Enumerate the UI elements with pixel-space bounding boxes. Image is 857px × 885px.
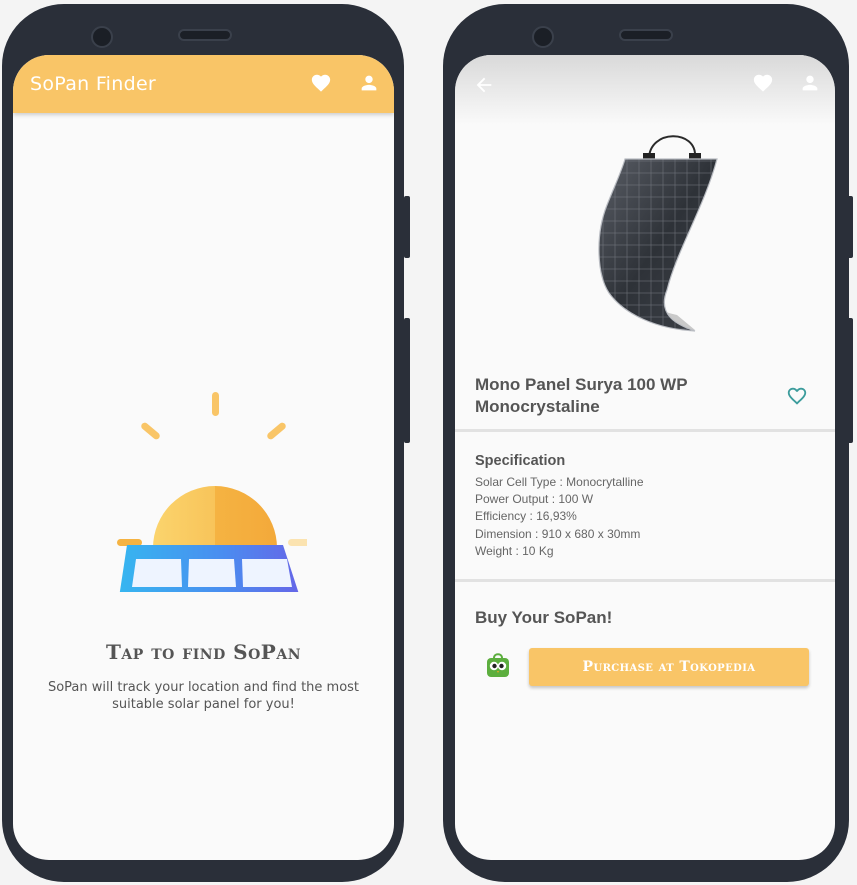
buy-title: Buy Your SoPan! (475, 608, 613, 627)
front-camera (532, 26, 554, 48)
product-image (567, 125, 737, 345)
arrow-back-icon[interactable] (473, 74, 495, 96)
tap-to-find-title[interactable]: Tap to find SoPan (13, 640, 394, 664)
spec-cell-type: Solar Cell Type : Monocrytalline (475, 475, 644, 489)
volume-button (404, 196, 410, 258)
divider (455, 579, 835, 582)
spec-weight: Weight : 10 Kg (475, 543, 554, 558)
tokopedia-icon (486, 652, 510, 678)
heart-icon[interactable] (752, 72, 774, 94)
spec-power-output: Power Output : 100 W (475, 492, 594, 507)
phone-frame-left: SoPan Finder Tap to find SoPan SoPan wil… (2, 4, 410, 882)
header-gradient (455, 55, 835, 125)
person-icon[interactable] (358, 72, 380, 94)
earpiece-speaker (619, 29, 673, 41)
spec-efficiency: Efficiency : 16,93% (475, 509, 577, 524)
heart-outline-icon[interactable] (785, 385, 809, 407)
front-camera (91, 26, 113, 48)
person-icon[interactable] (799, 72, 821, 94)
home-screen: SoPan Finder Tap to find SoPan SoPan wil… (13, 55, 394, 860)
purchase-tokopedia-button[interactable]: Purchase at Tokopedia (529, 648, 809, 686)
power-button (847, 318, 853, 443)
product-detail-screen: Mono Panel Surya 100 WP Monocrystaline S… (455, 55, 835, 860)
spec-dimension: Dimension : 910 x 680 x 30mm (475, 526, 641, 541)
solar-panel-sun-illustration[interactable] (101, 388, 313, 637)
specification-title: Specification (475, 453, 566, 469)
tap-description: SoPan will track your location and find … (47, 680, 360, 712)
product-name: Mono Panel Surya 100 WP Monocrystaline (475, 375, 688, 416)
app-title: SoPan Finder (30, 73, 157, 95)
app-bar: SoPan Finder (13, 55, 394, 113)
specification-list: Solar Cell Type : Monocrytalline Power O… (475, 474, 644, 560)
volume-button (847, 196, 853, 258)
power-button (404, 318, 410, 443)
divider (455, 429, 835, 432)
phone-frame-right: Mono Panel Surya 100 WP Monocrystaline S… (443, 4, 853, 882)
earpiece-speaker (178, 29, 232, 41)
heart-icon[interactable] (310, 72, 332, 94)
